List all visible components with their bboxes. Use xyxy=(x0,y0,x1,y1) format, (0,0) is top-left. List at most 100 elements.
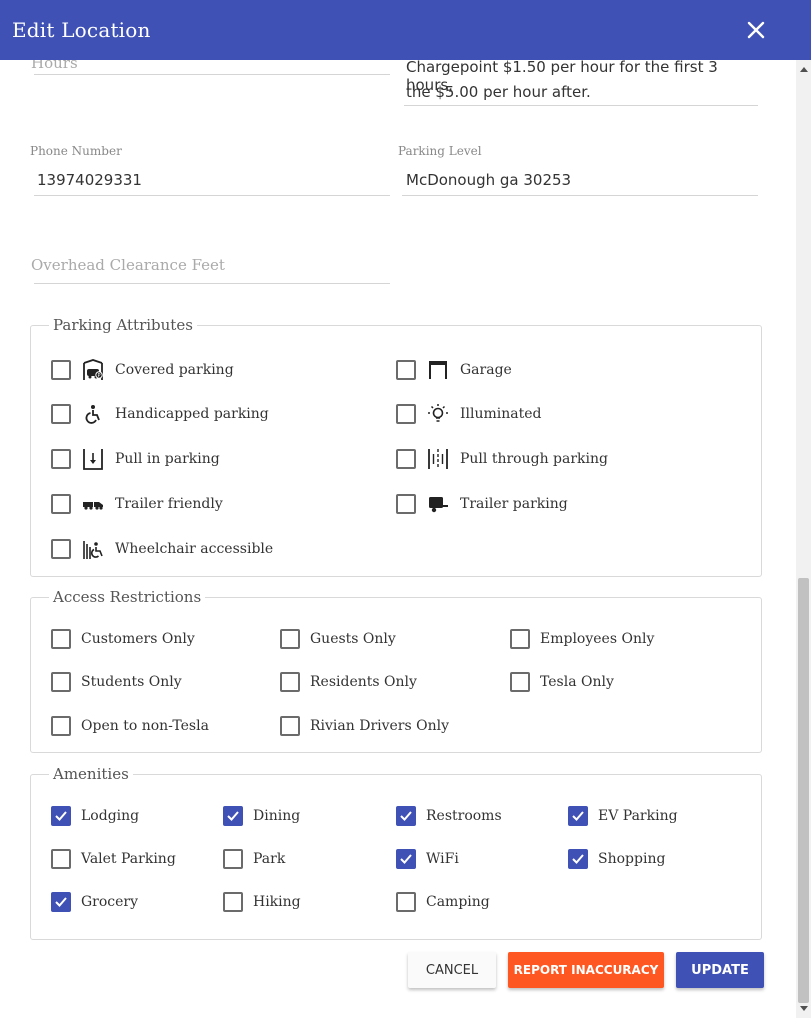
checkbox[interactable] xyxy=(51,629,71,649)
option-covered-parking[interactable]: P Covered parking xyxy=(51,359,234,381)
checkbox[interactable] xyxy=(51,494,71,514)
option-label: Open to non-Tesla xyxy=(81,718,209,734)
option-label: Wheelchair accessible xyxy=(115,541,274,557)
cancel-button[interactable]: CANCEL xyxy=(408,952,496,988)
parking-level-field[interactable]: Parking Level McDonough ga 30253 xyxy=(398,144,758,196)
option-wifi[interactable]: WiFi xyxy=(396,848,459,870)
option-label: WiFi xyxy=(426,851,459,867)
option-ev-parking[interactable]: EV Parking xyxy=(568,805,678,827)
option-label: Restrooms xyxy=(426,808,502,824)
option-garage[interactable]: Garage xyxy=(396,359,512,381)
option-label: Employees Only xyxy=(540,631,655,647)
scrollbar[interactable] xyxy=(796,60,811,1018)
hours-field[interactable]: Hours xyxy=(30,60,390,84)
pricing-field[interactable]: Chargepoint $1.50 per hour for the first… xyxy=(400,60,758,108)
checkbox[interactable] xyxy=(510,629,530,649)
option-restrooms[interactable]: Restrooms xyxy=(396,805,502,827)
option-open-to-non-tesla[interactable]: Open to non-Tesla xyxy=(51,715,209,737)
checkbox[interactable] xyxy=(280,629,300,649)
close-icon[interactable] xyxy=(741,15,771,45)
option-handicapped-parking[interactable]: Handicapped parking xyxy=(51,403,269,425)
option-label: Covered parking xyxy=(115,362,234,378)
checkbox[interactable] xyxy=(396,892,416,912)
pull-in-icon xyxy=(81,448,105,470)
checkbox[interactable] xyxy=(396,806,416,826)
option-label: Lodging xyxy=(81,808,140,824)
overhead-clearance-field[interactable]: Overhead Clearance Feet xyxy=(30,254,390,286)
checkbox[interactable] xyxy=(280,672,300,692)
checkbox[interactable] xyxy=(51,404,71,424)
option-shopping[interactable]: Shopping xyxy=(568,848,665,870)
option-label: Shopping xyxy=(598,851,666,867)
phone-number-value: 13974029331 xyxy=(37,171,142,189)
option-residents-only[interactable]: Residents Only xyxy=(280,671,417,693)
checkbox[interactable] xyxy=(568,806,588,826)
phone-number-field[interactable]: Phone Number 13974029331 xyxy=(30,144,390,196)
option-label: Rivian Drivers Only xyxy=(310,718,450,734)
checkbox[interactable] xyxy=(396,494,416,514)
option-label: Trailer parking xyxy=(460,496,568,512)
option-trailer-parking[interactable]: Trailer parking xyxy=(396,493,568,515)
option-tesla-only[interactable]: Tesla Only xyxy=(510,671,614,693)
report-inaccuracy-button[interactable]: REPORT INACCURACY xyxy=(508,952,664,988)
checkbox[interactable] xyxy=(51,449,71,469)
option-label: Trailer friendly xyxy=(115,496,223,512)
pricing-underline xyxy=(404,105,758,106)
scroll-down-arrow-icon[interactable] xyxy=(800,1006,808,1011)
checkbox[interactable] xyxy=(396,360,416,380)
option-guests-only[interactable]: Guests Only xyxy=(280,628,396,650)
option-label: Hiking xyxy=(253,894,301,910)
checkbox[interactable] xyxy=(510,672,530,692)
option-valet-parking[interactable]: Valet Parking xyxy=(51,848,176,870)
checkbox[interactable] xyxy=(223,849,243,869)
option-park[interactable]: Park xyxy=(223,848,285,870)
option-students-only[interactable]: Students Only xyxy=(51,671,182,693)
option-illuminated[interactable]: Illuminated xyxy=(396,403,542,425)
checkbox[interactable] xyxy=(223,892,243,912)
pull-through-icon xyxy=(426,448,450,470)
scroll-up-arrow-icon[interactable] xyxy=(800,67,808,72)
checkbox[interactable] xyxy=(396,404,416,424)
hours-placeholder: Hours xyxy=(31,60,78,72)
overhead-clearance-placeholder: Overhead Clearance Feet xyxy=(31,256,225,274)
checkbox[interactable] xyxy=(223,806,243,826)
hours-underline xyxy=(34,74,390,75)
option-dining[interactable]: Dining xyxy=(223,805,300,827)
dialog-content: Hours Chargepoint $1.50 per hour for the… xyxy=(0,60,796,1018)
option-pull-through-parking[interactable]: Pull through parking xyxy=(396,448,608,470)
parking-attributes-legend: Parking Attributes xyxy=(53,316,193,334)
checkbox[interactable] xyxy=(51,539,71,559)
dialog-header: Edit Location xyxy=(0,0,811,60)
checkbox[interactable] xyxy=(568,849,588,869)
option-customers-only[interactable]: Customers Only xyxy=(51,628,195,650)
option-pull-in-parking[interactable]: Pull in parking xyxy=(51,448,220,470)
overhead-clearance-underline xyxy=(34,283,390,284)
checkbox[interactable] xyxy=(51,360,71,380)
update-button[interactable]: UPDATE xyxy=(676,952,764,988)
option-camping[interactable]: Camping xyxy=(396,891,490,913)
access-restrictions-legend: Access Restrictions xyxy=(53,588,202,606)
option-trailer-friendly[interactable]: Trailer friendly xyxy=(51,493,223,515)
option-label: Handicapped parking xyxy=(115,406,269,422)
checkbox[interactable] xyxy=(280,716,300,736)
option-lodging[interactable]: Lodging xyxy=(51,805,139,827)
checkbox[interactable] xyxy=(51,716,71,736)
checkbox[interactable] xyxy=(396,849,416,869)
amenities-legend: Amenities xyxy=(53,765,129,783)
scrollbar-thumb[interactable] xyxy=(798,578,809,1003)
option-wheelchair-accessible[interactable]: Wheelchair accessible xyxy=(51,538,273,560)
trailer-icon xyxy=(426,493,450,515)
option-rivian-drivers-only[interactable]: Rivian Drivers Only xyxy=(280,715,449,737)
dialog-title: Edit Location xyxy=(12,18,151,42)
garage-icon xyxy=(426,359,450,381)
checkbox[interactable] xyxy=(51,892,71,912)
phone-number-underline xyxy=(34,195,390,196)
checkbox[interactable] xyxy=(51,806,71,826)
option-label: Dining xyxy=(253,808,301,824)
checkbox[interactable] xyxy=(396,449,416,469)
option-employees-only[interactable]: Employees Only xyxy=(510,628,654,650)
option-hiking[interactable]: Hiking xyxy=(223,891,301,913)
checkbox[interactable] xyxy=(51,672,71,692)
option-grocery[interactable]: Grocery xyxy=(51,891,138,913)
checkbox[interactable] xyxy=(51,849,71,869)
